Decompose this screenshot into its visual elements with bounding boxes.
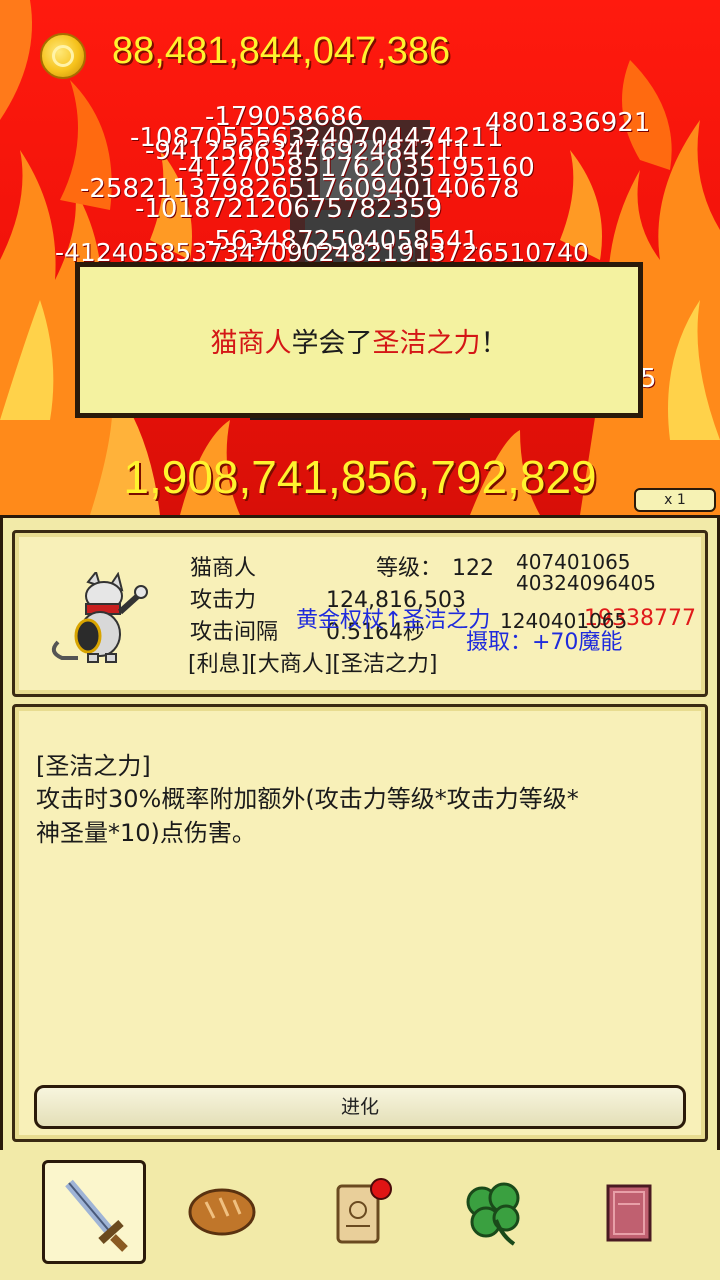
clover-icon (466, 1182, 520, 1246)
skill-desc-line-2: 神圣量*10)点伤害。 (36, 819, 256, 847)
message-cat-name: 猫商人 (210, 327, 292, 359)
skill-title: [圣洁之力] (36, 752, 151, 780)
skill-description: 攻击时30%概率附加额外(攻击力等级*攻击力等级* 神圣量*10)点伤害。 (36, 782, 676, 850)
float-blue-text-2: 摄取：+70魔能 (466, 630, 623, 655)
sword-icon (65, 1179, 128, 1252)
gold-coin-icon (40, 33, 86, 79)
skill-desc-line-1: 攻击时30%概率附加额外(攻击力等级*攻击力等级* (36, 785, 579, 813)
level-value: 122 (452, 556, 494, 581)
gold-amount: 88,481,844,047,386 (112, 30, 451, 72)
damage-text-7: -101872120675782359 (135, 194, 443, 224)
notification-badge (370, 1178, 392, 1200)
total-damage: 1,908,741,856,792,829 (123, 451, 597, 503)
character-tags: [利息][大商人][圣洁之力] (188, 652, 438, 677)
notification-box: 猫商人 学会了 圣洁之力！ (75, 262, 643, 418)
cat-merchant-portrait[interactable] (48, 572, 152, 664)
evolve-button[interactable]: 进化 (34, 1085, 686, 1129)
float-number-2: 40324096405 (516, 571, 656, 595)
tab-quests[interactable] (308, 1160, 412, 1264)
interval-label: 攻击间隔 (190, 620, 279, 645)
attack-label: 攻击力 (190, 588, 257, 613)
message-exclaim: ！ (480, 327, 508, 359)
bread-icon (188, 1188, 256, 1236)
book-icon (606, 1184, 652, 1242)
tab-weapon[interactable] (42, 1160, 146, 1264)
character-name: 猫商人 (190, 556, 257, 581)
tab-food[interactable] (170, 1160, 274, 1264)
tab-luck[interactable] (442, 1160, 546, 1264)
tab-book[interactable] (578, 1160, 682, 1264)
float-number-3: 1240401065 (500, 609, 628, 633)
float-number-1: 407401065 (516, 550, 631, 574)
battle-area[interactable]: 88,481,844,047,386 -179058686 -108705556… (0, 0, 720, 515)
level-label: 等级： (376, 556, 443, 581)
message-skill-name: 圣洁之力 (372, 327, 481, 359)
scroll-icon (336, 1184, 380, 1244)
speed-button[interactable]: x 1 (634, 488, 716, 512)
message-learned: 学会了 (291, 327, 373, 359)
float-blue-text-1: 黄金权杖↑圣洁之力 (296, 608, 491, 633)
damage-text-3: 4801836921 (485, 108, 651, 138)
